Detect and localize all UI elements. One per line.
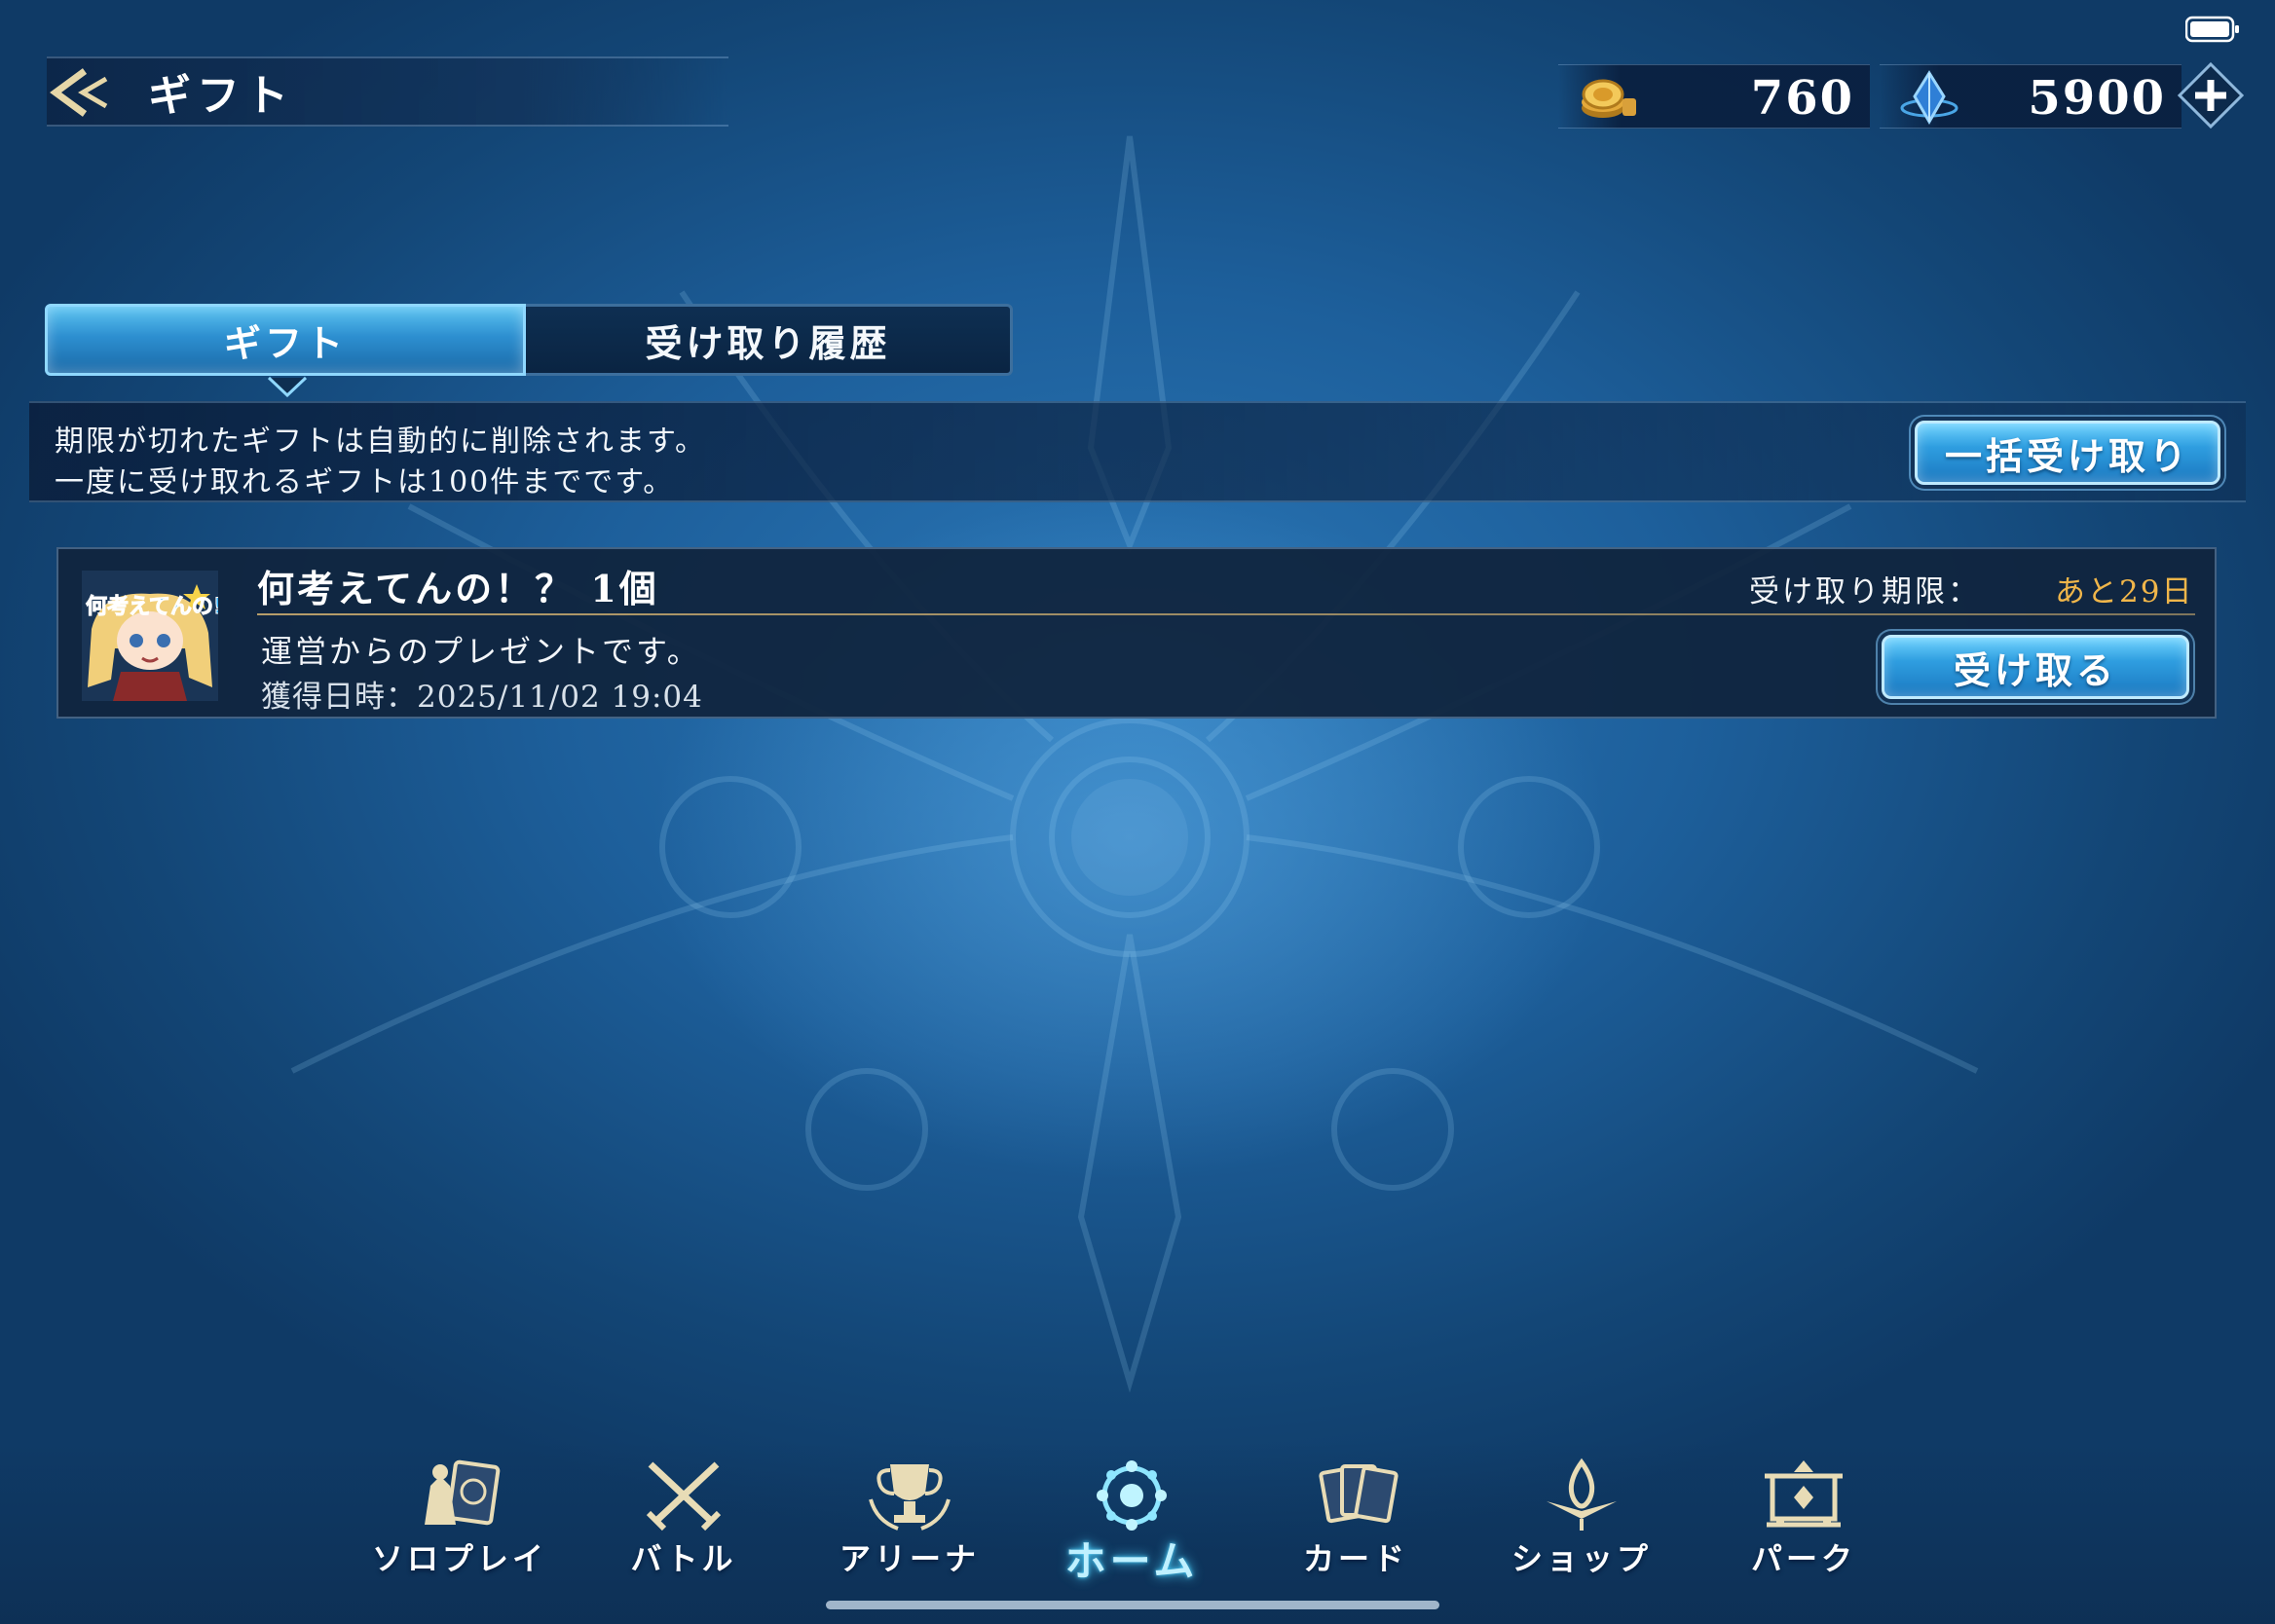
page-title: ギフト: [148, 71, 294, 121]
gift-list-item: 何考えてんの!? 何考えてんの！？ 1個 受け取り期限： あと29日 運営からの…: [56, 547, 2217, 719]
gold-counter: 760: [1558, 64, 1870, 129]
add-currency-button[interactable]: [2176, 60, 2246, 130]
nav-label-home: ホーム: [1064, 1537, 1199, 1585]
nav-label-shop: ショップ: [1510, 1540, 1652, 1577]
crystal-icon: [1900, 70, 1958, 126]
back-button[interactable]: [43, 60, 121, 125]
cards-icon: [1319, 1464, 1399, 1524]
nav-label-park: パーク: [1750, 1540, 1856, 1577]
notice-expiry-text: 期限が切れたギフトは自動的に削除されます。: [55, 424, 706, 459]
thumbnail-caption: 何考えてんの!?: [86, 594, 218, 619]
home-crest-icon: [1097, 1460, 1167, 1531]
gift-tabs: ギフト 受け取り履歴: [45, 304, 1013, 376]
nav-label-arena: アリーナ: [839, 1540, 980, 1577]
solo-play-icon: [425, 1459, 501, 1526]
gem-counter: 5900: [1880, 64, 2182, 129]
nav-arena[interactable]: アリーナ: [822, 1457, 997, 1583]
nav-shop[interactable]: ショップ: [1494, 1457, 1669, 1583]
notice-banner: 期限が切れたギフトは自動的に削除されます。 一度に受け取れるギフトは100件まで…: [29, 401, 2246, 502]
gift-item-thumbnail: 何考えてんの!?: [82, 571, 218, 701]
nav-label-battle: バトル: [630, 1540, 737, 1577]
gem-amount: 5900: [2028, 71, 2166, 126]
crossed-swords-icon: [646, 1461, 722, 1532]
gift-title: 何考えてんの！？ 1個: [257, 567, 659, 610]
gift-description: 運営からのプレゼントです。: [261, 633, 701, 670]
gift-divider: [257, 613, 2195, 615]
deadline-label: 受け取り期限：: [1749, 574, 1981, 609]
nav-label-solo-play: ソロプレイ: [372, 1540, 548, 1577]
background-ornament: [290, 135, 1979, 1393]
deadline-value: あと29日: [2055, 574, 2194, 609]
home-indicator[interactable]: [826, 1601, 1439, 1609]
tab-history[interactable]: 受け取り履歴: [526, 304, 1013, 376]
park-icon: [1765, 1460, 1843, 1528]
notice-limit-text: 一度に受け取れるギフトは100件までです。: [55, 465, 675, 499]
nav-home[interactable]: ホーム: [1044, 1457, 1219, 1585]
receive-all-button[interactable]: 一括受け取り: [1915, 421, 2220, 485]
battery-icon: [2185, 16, 2239, 43]
back-arrow-icon: [50, 68, 108, 117]
gift-acquired-date: 獲得日時：2025/11/02 19:04: [261, 680, 703, 715]
shop-icon: [1547, 1458, 1617, 1531]
active-tab-pointer: [267, 376, 308, 397]
gold-coin-icon: [1582, 79, 1636, 118]
trophy-icon: [869, 1464, 951, 1531]
nav-label-cards: カード: [1302, 1540, 1408, 1577]
tab-gift[interactable]: ギフト: [45, 304, 526, 376]
nav-battle[interactable]: バトル: [596, 1457, 771, 1583]
nav-park[interactable]: パーク: [1716, 1457, 1891, 1583]
nav-cards[interactable]: カード: [1268, 1457, 1443, 1583]
receive-button[interactable]: 受け取る: [1882, 635, 2189, 699]
nav-solo-play[interactable]: ソロプレイ: [372, 1457, 547, 1583]
gold-amount: 760: [1750, 71, 1854, 126]
